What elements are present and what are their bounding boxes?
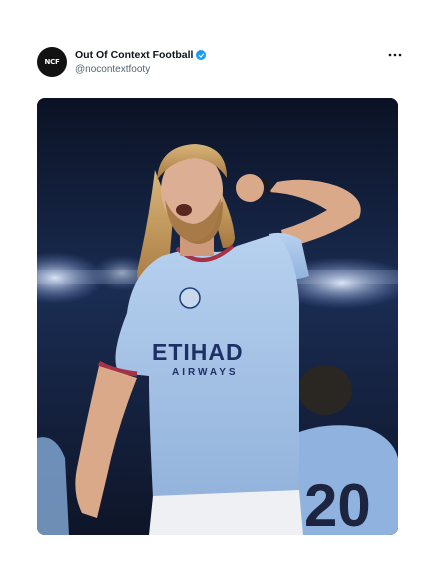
ellipsis-icon (388, 53, 402, 57)
tweet-media-photo[interactable]: 20 ETIHAD AIRWAYS (37, 98, 398, 535)
account-handle[interactable]: @nocontextfooty (75, 64, 150, 75)
background-player-head (298, 365, 352, 415)
verified-badge-icon (196, 50, 207, 60)
jersey-sponsor-line1: ETIHAD (152, 339, 244, 365)
avatar[interactable]: NCF (37, 47, 67, 77)
display-name[interactable]: Out Of Context Football (75, 49, 193, 61)
more-options-button[interactable] (386, 48, 404, 62)
jersey-sponsor-line2: AIRWAYS (172, 367, 239, 378)
player-shorts (149, 490, 303, 535)
account-name-row[interactable]: Out Of Context Football (75, 49, 207, 61)
player-fist (236, 174, 264, 202)
tweet-card: NCF Out Of Context Football @nocontextfo… (0, 0, 435, 580)
club-crest-icon (179, 287, 201, 309)
player-mouth (176, 204, 192, 216)
avatar-logo-text: NCF (44, 58, 60, 66)
background-jersey-number: 20 (304, 472, 371, 535)
